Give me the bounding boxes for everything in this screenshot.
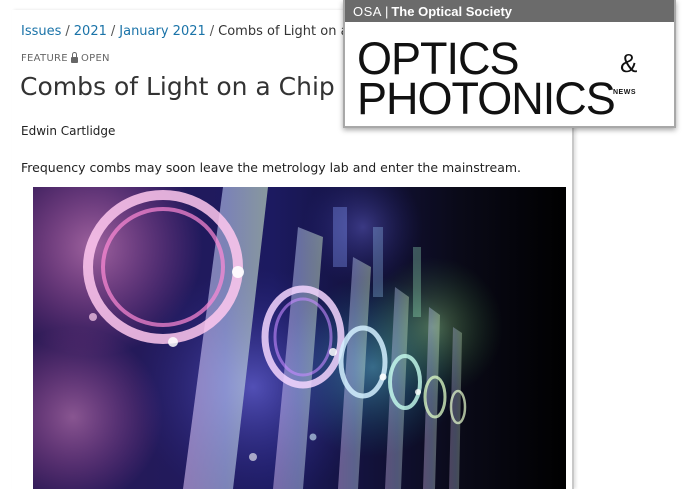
section-label: FEATURE xyxy=(21,53,68,64)
logo-photonics: PHOTONICS xyxy=(357,73,616,124)
masthead[interactable]: OSA | The Optical Society OPTICS & PHOTO… xyxy=(343,0,676,128)
logo-ampersand: & xyxy=(620,48,638,78)
breadcrumb-separator: / xyxy=(65,24,70,39)
breadcrumb: Issues/2021/January 2021/Combs of Light … xyxy=(21,24,382,39)
article-title: Combs of Light on a Chip xyxy=(20,72,335,101)
article-meta: FEATURE OPEN xyxy=(21,52,110,64)
breadcrumb-separator: / xyxy=(209,24,215,39)
org-name: The Optical Society xyxy=(391,3,513,19)
access-label: OPEN xyxy=(80,53,110,64)
microring-illustration xyxy=(33,187,566,489)
breadcrumb-year-link[interactable]: 2021 xyxy=(74,24,107,39)
article-lede: Frequency combs may soon leave the metro… xyxy=(21,160,521,175)
org-divider: | xyxy=(384,3,389,19)
logo-news: NEWS xyxy=(613,89,636,96)
breadcrumb-issue-link[interactable]: January 2021 xyxy=(119,24,206,39)
breadcrumb-issues-link[interactable]: Issues xyxy=(21,24,61,39)
article-author[interactable]: Edwin Cartlidge xyxy=(21,124,115,138)
org-abbrev: OSA xyxy=(353,3,382,19)
breadcrumb-separator: / xyxy=(110,24,116,39)
hero-image xyxy=(33,187,566,489)
masthead-bar: OSA | The Optical Society xyxy=(345,0,674,22)
lock-icon xyxy=(70,52,78,63)
